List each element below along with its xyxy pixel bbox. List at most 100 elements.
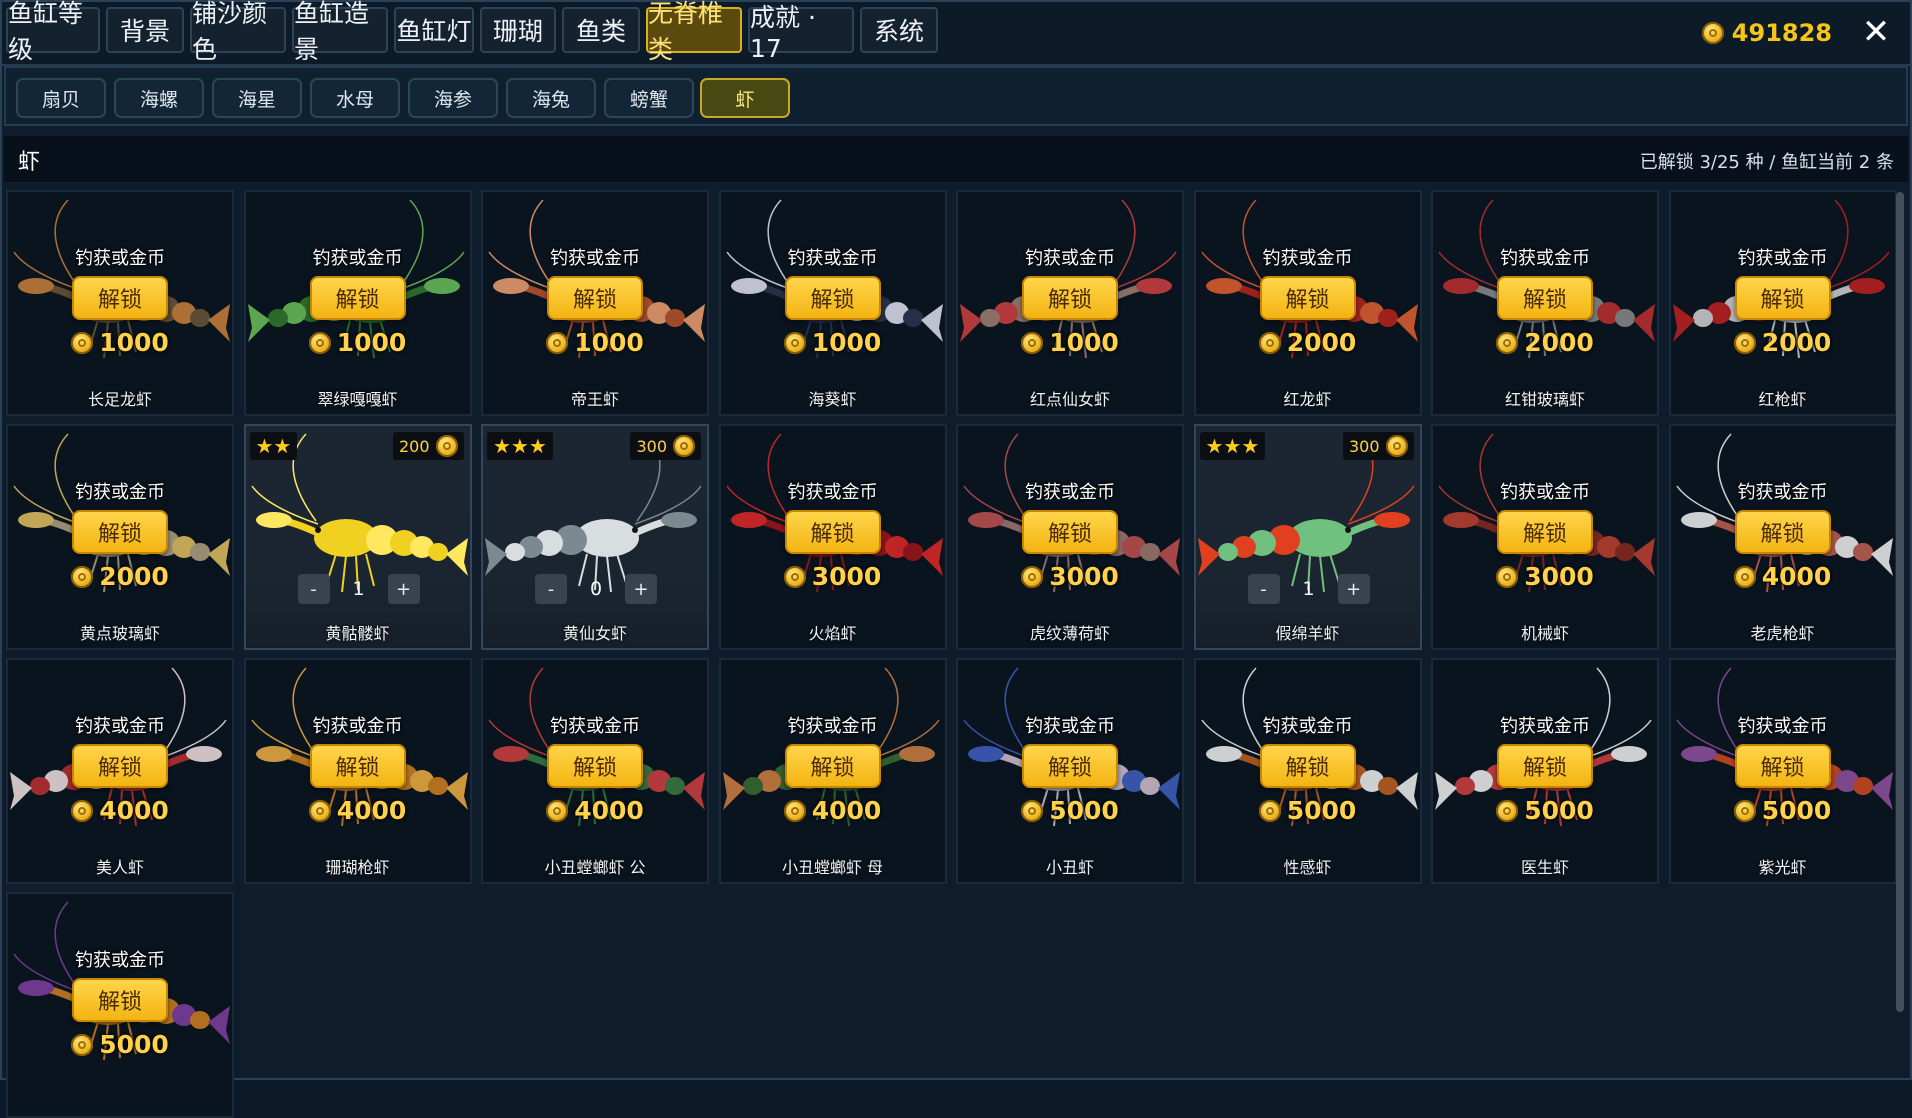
unlock-button[interactable]: 解锁 xyxy=(1022,744,1118,788)
price-amount: 1000 xyxy=(99,328,169,357)
price-amount: 1000 xyxy=(1049,328,1119,357)
tab-background[interactable]: 背景 xyxy=(106,7,184,53)
tab-tank-light[interactable]: 鱼缸灯 xyxy=(394,7,474,53)
subtab-sea-hare[interactable]: 海兔 xyxy=(506,78,596,118)
shrimp-name: 帝王虾 xyxy=(570,390,619,409)
shrimp-card[interactable]: 钓获或金币 解锁 4000 小丑螳螂虾 公 xyxy=(481,658,709,884)
quantity-value: 1 xyxy=(352,578,365,600)
subtab-jellyfish[interactable]: 水母 xyxy=(310,78,400,118)
shrimp-card[interactable]: 钓获或金币 解锁 5000 小丑虾 xyxy=(956,658,1184,884)
unlock-button[interactable]: 解锁 xyxy=(72,510,168,554)
subtab-snail[interactable]: 海螺 xyxy=(114,78,204,118)
unlock-button[interactable]: 解锁 xyxy=(1497,510,1593,554)
shrimp-name: 红枪虾 xyxy=(1758,390,1807,409)
shrimp-card[interactable]: 钓获或金币 解锁 2000 黄点玻璃虾 xyxy=(6,424,234,650)
shrimp-card[interactable]: 钓获或金币 解锁 1000 红点仙女虾 xyxy=(956,190,1184,416)
unlock-button[interactable]: 解锁 xyxy=(1497,744,1593,788)
shrimp-card[interactable]: 钓获或金币 解锁 5000 xyxy=(6,892,234,1118)
subtab-starfish[interactable]: 海星 xyxy=(212,78,302,118)
tab-tank-scenery[interactable]: 鱼缸造景 xyxy=(292,0,388,64)
tab-invertebrates[interactable]: 无脊椎类 xyxy=(646,0,742,64)
shrimp-card[interactable]: 钓获或金币 解锁 3000 火焰虾 xyxy=(718,424,947,650)
unlock-button[interactable]: 解锁 xyxy=(1259,744,1356,788)
tab-sand-color[interactable]: 铺沙颜色 xyxy=(190,0,286,64)
rarity-stars: ★★★ xyxy=(487,432,553,460)
tab-fish[interactable]: 鱼类 xyxy=(562,7,640,53)
tab-tank-level[interactable]: 鱼缸等级 xyxy=(6,0,100,64)
shrimp-card[interactable]: 钓获或金币 解锁 1000 海葵虾 xyxy=(718,190,947,416)
increase-button[interactable]: + xyxy=(387,574,420,604)
shrimp-card[interactable]: 钓获或金币 解锁 1000 翠绿嘎嘎虾 xyxy=(243,190,472,416)
coin-icon xyxy=(1701,22,1724,44)
shrimp-card[interactable]: 钓获或金币 解锁 4000 老虎枪虾 xyxy=(1668,424,1897,650)
decrease-button[interactable]: - xyxy=(535,574,567,604)
price: 5000 xyxy=(8,1030,232,1059)
unlock-button[interactable]: 解锁 xyxy=(784,276,881,320)
shrimp-card[interactable]: ★★★ 300 -0 + 黄仙女虾 xyxy=(481,424,709,650)
subtab-sea-cucumber[interactable]: 海参 xyxy=(408,78,498,118)
price: 2000 xyxy=(1671,328,1895,357)
aquarium-shop-window: 鱼缸等级 背景 铺沙颜色 鱼缸造景 鱼缸灯 珊瑚 鱼类 无脊椎类 成就 · 17… xyxy=(0,0,1912,1118)
subtab-shrimp[interactable]: 虾 xyxy=(700,78,790,118)
unlock-button[interactable]: 解锁 xyxy=(72,978,168,1022)
unlock-button[interactable]: 解锁 xyxy=(1259,276,1356,320)
unlock-button[interactable]: 解锁 xyxy=(547,744,643,788)
tab-achievements[interactable]: 成就 · 17 xyxy=(748,3,854,63)
price: 5000 xyxy=(1671,796,1895,825)
shrimp-card[interactable]: 钓获或金币 解锁 2000 红枪虾 xyxy=(1668,190,1897,416)
price-amount: 4000 xyxy=(811,796,882,825)
unlock-button[interactable]: 解锁 xyxy=(1497,276,1593,320)
price-amount: 4000 xyxy=(574,796,644,825)
unlock-button[interactable]: 解锁 xyxy=(1022,276,1118,320)
shrimp-card[interactable]: 钓获或金币 解锁 2000 红龙虾 xyxy=(1193,190,1422,416)
unlock-button[interactable]: 解锁 xyxy=(1022,510,1118,554)
shrimp-name: 长足龙虾 xyxy=(87,390,152,409)
shrimp-card[interactable]: 钓获或金币 解锁 1000 长足龙虾 xyxy=(6,190,234,416)
shrimp-card[interactable]: 钓获或金币 解锁 2000 红钳玻璃虾 xyxy=(1431,190,1659,416)
shrimp-card[interactable]: 钓获或金币 解锁 5000 紫光虾 xyxy=(1668,658,1897,884)
grid-scrollbar[interactable] xyxy=(1896,192,1904,1012)
shrimp-card[interactable]: 钓获或金币 解锁 4000 小丑螳螂虾 母 xyxy=(718,658,947,884)
shrimp-card[interactable]: 钓获或金币 解锁 5000 性感虾 xyxy=(1193,658,1422,884)
shrimp-card[interactable]: ★★★ 300 -1 + 假绵羊虾 xyxy=(1193,424,1422,650)
price-amount: 2000 xyxy=(99,562,169,591)
subtab-scallop[interactable]: 扇贝 xyxy=(16,78,106,118)
unlock-button[interactable]: 解锁 xyxy=(784,744,881,788)
unlock-button[interactable]: 解锁 xyxy=(72,744,168,788)
tab-coral[interactable]: 珊瑚 xyxy=(480,7,556,53)
rarity-stars: ★★ xyxy=(249,432,298,460)
tab-system[interactable]: 系统 xyxy=(860,7,938,53)
unlock-button[interactable]: 解锁 xyxy=(784,510,881,554)
unlock-button[interactable]: 解锁 xyxy=(72,276,168,320)
unlock-button[interactable]: 解锁 xyxy=(309,744,406,788)
unlock-button[interactable]: 解锁 xyxy=(547,276,643,320)
quantity-stepper: -1 + xyxy=(297,574,420,604)
coin-icon xyxy=(435,435,458,457)
unlock-button[interactable]: 解锁 xyxy=(1734,510,1831,554)
unlock-button[interactable]: 解锁 xyxy=(309,276,406,320)
coin-icon xyxy=(71,565,94,588)
coin-icon xyxy=(546,331,569,354)
shrimp-card[interactable]: 钓获或金币 解锁 4000 珊瑚枪虾 xyxy=(243,658,472,884)
subtab-crab[interactable]: 螃蟹 xyxy=(604,78,694,118)
shrimp-card[interactable]: 钓获或金币 解锁 5000 医生虾 xyxy=(1431,658,1659,884)
coin-icon xyxy=(308,331,331,354)
price: 4000 xyxy=(1671,562,1895,591)
obtain-hint: 钓获或金币 xyxy=(787,248,878,269)
increase-button[interactable]: + xyxy=(1337,574,1370,604)
price-amount: 4000 xyxy=(1761,562,1832,591)
shrimp-card[interactable]: 钓获或金币 解锁 4000 美人虾 xyxy=(6,658,234,884)
shrimp-card[interactable]: 钓获或金币 解锁 3000 虎纹薄荷虾 xyxy=(956,424,1184,650)
increase-button[interactable]: + xyxy=(625,574,657,604)
unlock-button[interactable]: 解锁 xyxy=(1734,744,1831,788)
decrease-button[interactable]: - xyxy=(1247,574,1280,604)
shrimp-card[interactable]: ★★ 200 -1 + 黄骷髅虾 xyxy=(243,424,472,650)
decrease-button[interactable]: - xyxy=(297,574,330,604)
shrimp-name: 红点仙女虾 xyxy=(1029,390,1110,409)
shrimp-name: 紫光虾 xyxy=(1758,858,1807,877)
shrimp-card[interactable]: 钓获或金币 解锁 3000 机械虾 xyxy=(1431,424,1659,650)
shrimp-card[interactable]: 钓获或金币 解锁 1000 帝王虾 xyxy=(481,190,709,416)
obtain-hint: 钓获或金币 xyxy=(1737,482,1828,503)
close-button[interactable]: ✕ xyxy=(1856,12,1896,52)
unlock-button[interactable]: 解锁 xyxy=(1734,276,1831,320)
